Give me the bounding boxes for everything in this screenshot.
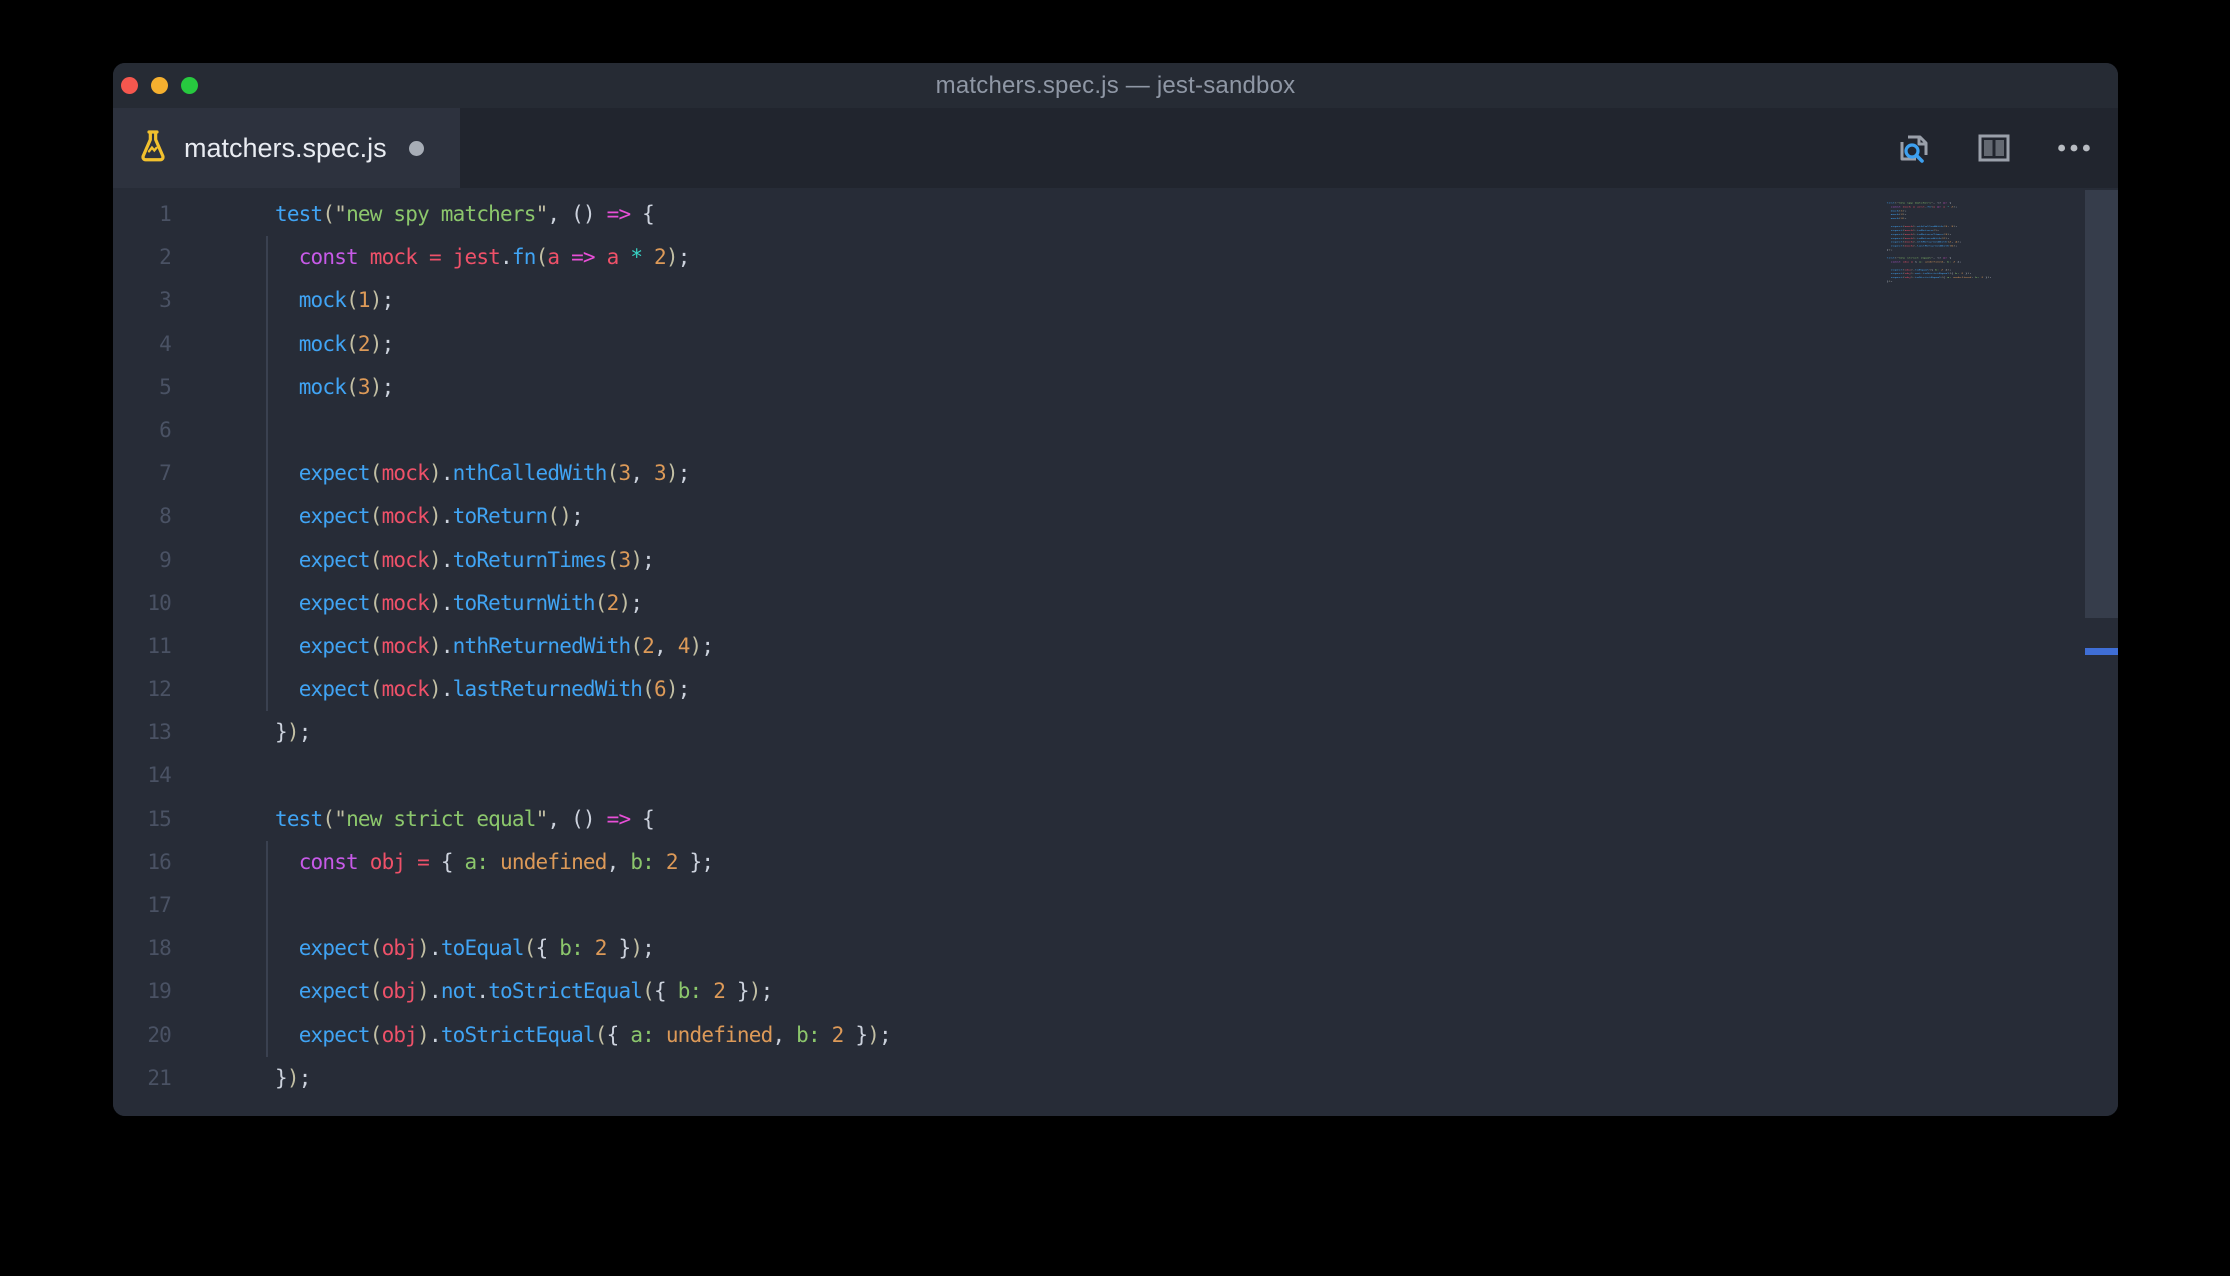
line-number: 10 [147, 590, 171, 615]
overview-cursor-decoration [2085, 648, 2118, 655]
code-line[interactable]: 7 expect(mock).nthCalledWith(3, 3); [113, 452, 891, 496]
line-number: 2 [159, 245, 172, 270]
line-number: 13 [147, 720, 171, 745]
code-line[interactable]: 1 test("new spy matchers", () => { [113, 193, 891, 236]
code-text: expect(obj).not.toStrictEqual({ b: 2 }); [171, 970, 773, 1014]
code-text: mock(3); [171, 365, 394, 410]
code-line[interactable]: 4 mock(2); [113, 322, 891, 366]
code-text: expect(mock).lastReturnedWith(6); [171, 668, 690, 712]
minimap[interactable]: test("new spy matchers", () => { const m… [1869, 193, 1998, 291]
line-number: 15 [147, 806, 171, 831]
title-bar: matchers.spec.js — jest-sandbox [113, 63, 2118, 108]
code-line[interactable]: 10 expect(mock).toReturnWith(2); [113, 581, 891, 626]
code-text: expect(obj).toStrictEqual({ a: undefined… [171, 1013, 892, 1057]
minimap-lines: test("new spy matchers", () => { const m… [1869, 201, 1998, 284]
more-actions-icon[interactable] [2054, 128, 2094, 168]
code-text: expect(mock).nthReturnedWith(2, 4); [171, 624, 714, 669]
line-number: 7 [159, 461, 172, 486]
editor-actions [1894, 108, 2118, 188]
code-line[interactable]: 12 expect(mock).lastReturnedWith(6); [113, 668, 891, 712]
code-line[interactable]: 19 expect(obj).not.toStrictEqual({ b: 2 … [113, 970, 891, 1014]
code-text [171, 408, 275, 453]
code-text: expect(mock).toReturnTimes(3); [171, 538, 655, 582]
code-text: expect(mock).nthCalledWith(3, 3); [171, 452, 690, 496]
line-number: 21 [147, 1065, 171, 1090]
code-line[interactable]: 16 const obj = { a: undefined, b: 2 }; [113, 840, 891, 885]
code-text: expect(mock).toReturnWith(2); [171, 581, 643, 626]
code-text: test("new spy matchers", () => { [275, 202, 655, 226]
code-text [171, 884, 275, 928]
code-text: expect(obj).toEqual({ b: 2 }); [171, 927, 655, 971]
line-number: 1 [159, 202, 172, 226]
code-text: const mock = jest.fn(a => a * 2); [171, 236, 690, 280]
split-editor-icon[interactable] [1974, 128, 2014, 168]
code-lines: 1 test("new spy matchers", () => { 2 const… [113, 193, 891, 1100]
line-number: 3 [159, 288, 172, 313]
code-line[interactable]: 11 expect(mock).nthReturnedWith(2, 4); [113, 624, 891, 669]
editor-window: matchers.spec.js — jest-sandbox matchers… [113, 63, 2118, 1116]
code-text: const obj = { a: undefined, b: 2 }; [171, 840, 714, 885]
line-number: 11 [147, 633, 171, 658]
code-text: mock(1); [171, 279, 394, 323]
code-text: }); [275, 1065, 311, 1090]
code-line[interactable]: 14 [113, 754, 891, 797]
line-number: 19 [147, 979, 171, 1004]
line-number: 6 [159, 417, 172, 442]
line-number: 18 [147, 936, 171, 961]
code-text: }); [1886, 280, 1893, 283]
code-line[interactable]: 8 expect(mock).toReturn(); [113, 495, 891, 539]
code-text: test("new strict equal", () => { [275, 806, 655, 831]
code-line[interactable]: 2 const mock = jest.fn(a => a * 2); [113, 236, 891, 280]
modified-indicator [408, 140, 424, 156]
code-line[interactable]: 15 test("new strict equal", () => { [113, 798, 891, 841]
code-line[interactable]: 17 [113, 884, 891, 928]
editor-pane[interactable]: 1 test("new spy matchers", () => { 2 const… [113, 188, 2118, 1116]
line-number: 9 [159, 547, 172, 572]
line-number: 17 [147, 893, 171, 917]
code-line[interactable]: 21}); [113, 1057, 891, 1100]
beaker-test-icon [137, 128, 169, 169]
line-number: 12 [147, 677, 171, 702]
scrollbar-thumb[interactable] [2085, 190, 2118, 618]
code-line[interactable]: 3 mock(1); [113, 279, 891, 323]
code-line[interactable]: 13}); [113, 711, 891, 754]
code-text: expect(mock).toReturn(); [171, 495, 584, 539]
tab-matchers-spec[interactable]: matchers.spec.js [113, 108, 460, 188]
code-line[interactable]: 18 expect(obj).toEqual({ b: 2 }); [113, 927, 891, 971]
line-number: 16 [147, 849, 171, 874]
line-number: 4 [159, 331, 172, 356]
code-line[interactable]: 20 expect(obj).toStrictEqual({ a: undefi… [113, 1013, 892, 1057]
window-title: matchers.spec.js — jest-sandbox [935, 72, 1296, 99]
tab-bar: matchers.spec.js [113, 108, 2118, 188]
code-line[interactable]: 5 mock(3); [113, 365, 891, 410]
code-text: mock(2); [171, 322, 394, 366]
scrollbar-track[interactable] [2085, 188, 2118, 1116]
tab-bar-empty-space [460, 108, 1894, 188]
code-line[interactable]: 6 [113, 408, 891, 453]
search-in-file-icon[interactable] [1894, 128, 1934, 168]
line-number: 20 [147, 1022, 171, 1047]
tab-label: matchers.spec.js [184, 132, 387, 163]
line-number: 5 [159, 374, 172, 399]
line-number: 8 [159, 504, 172, 529]
code-text: }); [275, 720, 311, 745]
line-number: 14 [147, 763, 171, 788]
code-line[interactable]: 9 expect(mock).toReturnTimes(3); [113, 538, 891, 582]
